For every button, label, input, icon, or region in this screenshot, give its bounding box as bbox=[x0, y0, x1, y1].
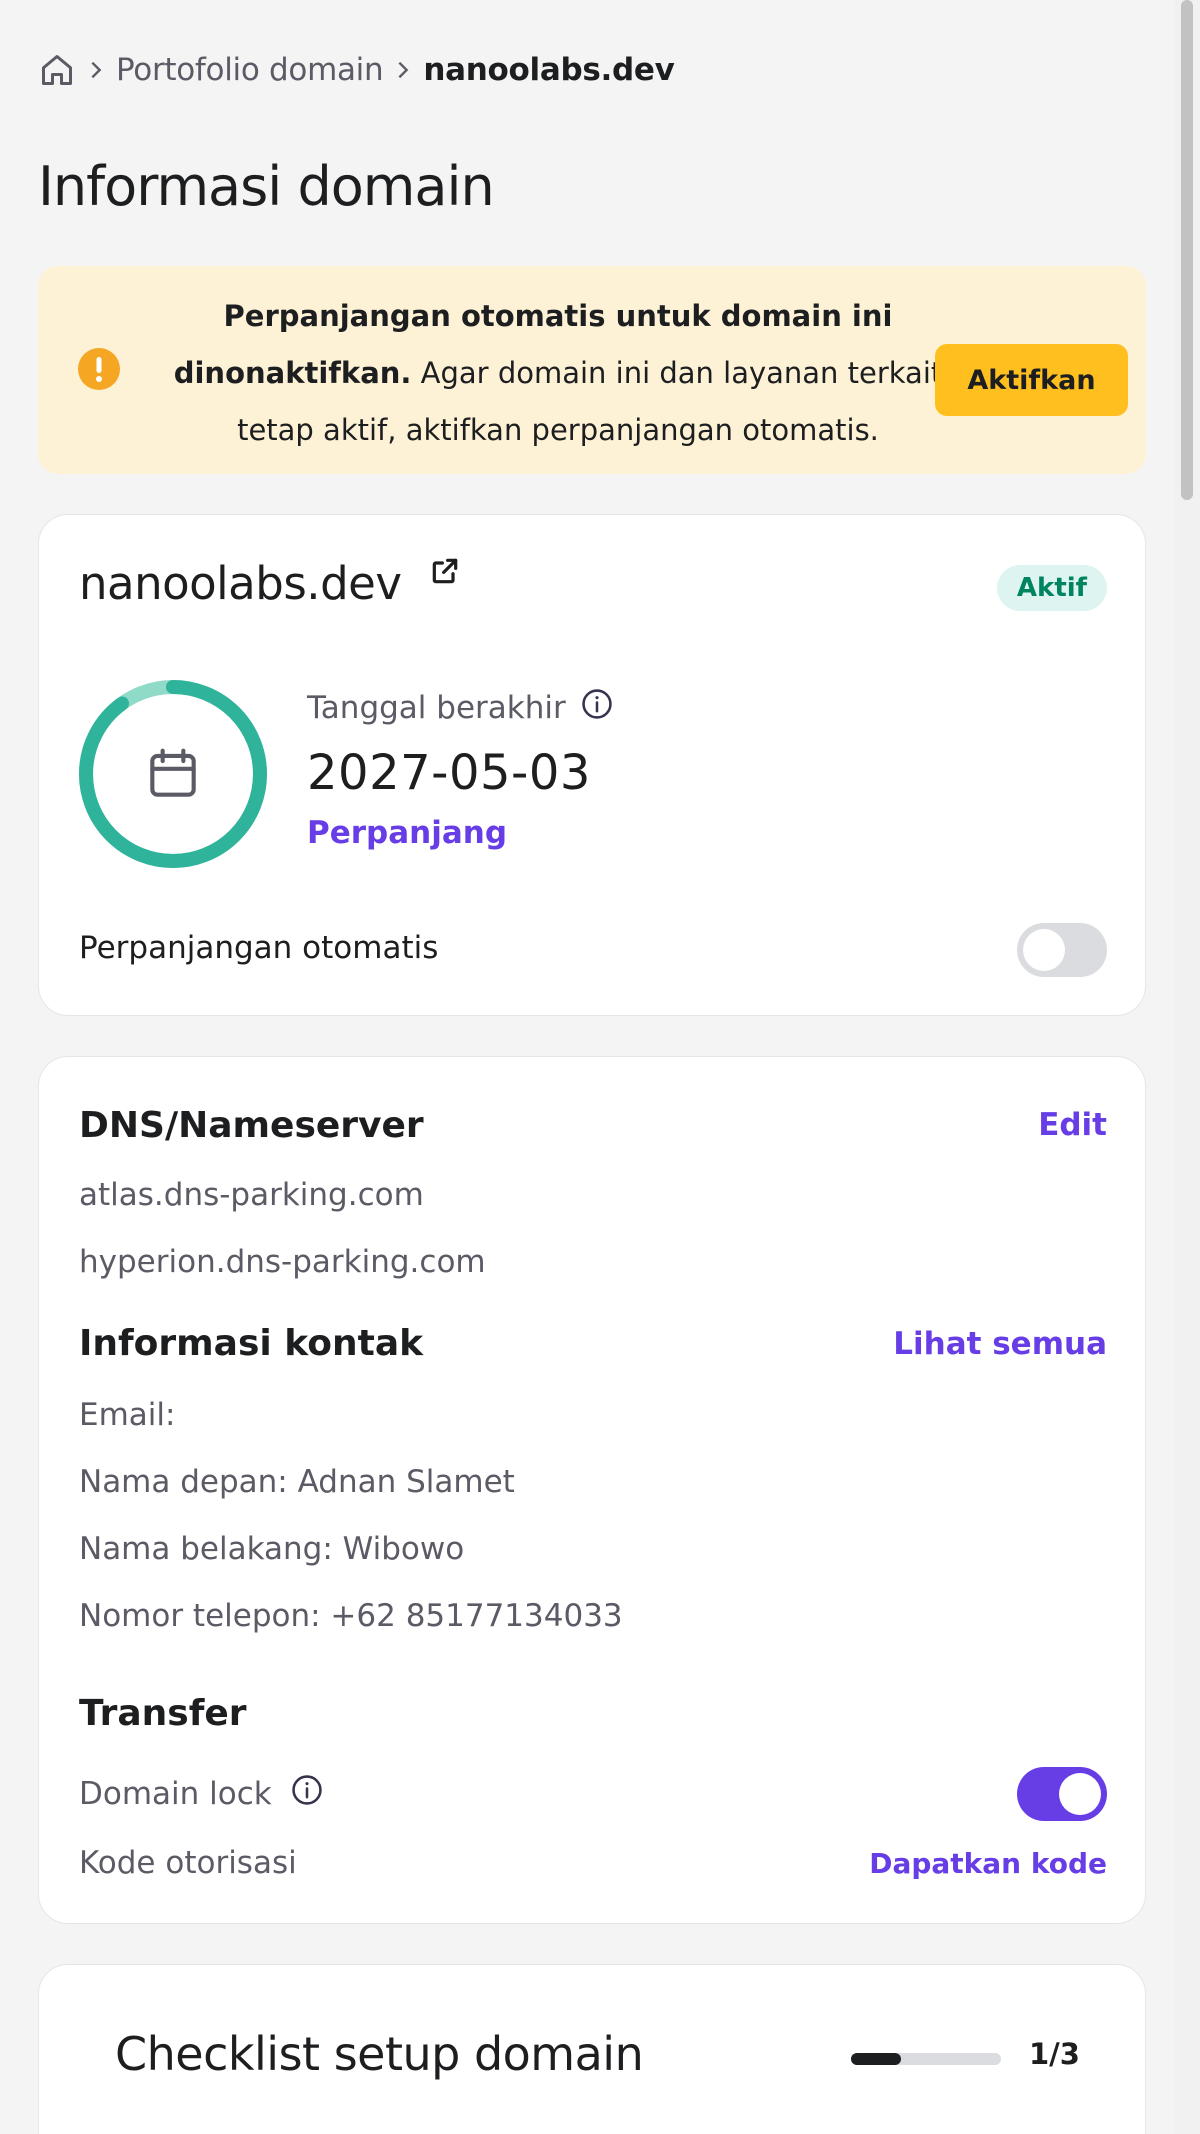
activate-auto-renew-button[interactable]: Aktifkan bbox=[935, 344, 1128, 416]
contact-first-name: Nama depan: Adnan Slamet bbox=[79, 1464, 515, 1500]
expiry-label-row: Tanggal berakhir bbox=[307, 687, 614, 729]
domain-lock-toggle[interactable] bbox=[1017, 1767, 1107, 1821]
breadcrumb-current: nanoolabs.dev bbox=[423, 52, 675, 88]
home-icon[interactable] bbox=[38, 51, 76, 89]
transfer-title: Transfer bbox=[79, 1693, 247, 1734]
domain-lock-label: Domain lock bbox=[79, 1776, 272, 1812]
auth-code-label: Kode otorisasi bbox=[79, 1845, 297, 1881]
checklist-progress-text: 1/3 bbox=[1029, 2037, 1080, 2071]
contact-email: Email: bbox=[79, 1397, 176, 1433]
warning-icon bbox=[78, 348, 120, 390]
dns-edit-link[interactable]: Edit bbox=[1038, 1107, 1107, 1143]
expiry-label: Tanggal berakhir bbox=[307, 690, 566, 726]
contact-phone: Nomor telepon: +62 85177134033 bbox=[79, 1598, 623, 1634]
domain-details-card: DNS/Nameserver Edit atlas.dns-parking.co… bbox=[38, 1056, 1146, 1924]
nameserver-item: atlas.dns-parking.com bbox=[79, 1177, 424, 1213]
checklist-title: Checklist setup domain bbox=[115, 2027, 644, 2081]
dns-title: DNS/Nameserver bbox=[79, 1105, 424, 1146]
scrollbar[interactable] bbox=[1174, 0, 1200, 2134]
expiry-date: 2027-05-03 bbox=[307, 745, 591, 801]
contact-view-all-link[interactable]: Lihat semua bbox=[893, 1326, 1107, 1362]
chevron-right-icon bbox=[383, 51, 423, 89]
toggle-knob bbox=[1023, 929, 1065, 971]
renew-link[interactable]: Perpanjang bbox=[307, 815, 507, 851]
get-auth-code-link[interactable]: Dapatkan kode bbox=[869, 1847, 1107, 1880]
info-icon[interactable] bbox=[290, 1773, 324, 1815]
breadcrumb-portfolio-link[interactable]: Portofolio domain bbox=[116, 52, 384, 88]
auto-renew-alert: Perpanjangan otomatis untuk domain ini d… bbox=[38, 266, 1146, 474]
toggle-knob bbox=[1059, 1773, 1101, 1815]
page-title: Informasi domain bbox=[38, 155, 495, 218]
domain-summary-card: nanoolabs.dev Aktif Tanggal berakhir 202… bbox=[38, 514, 1146, 1016]
info-icon[interactable] bbox=[580, 687, 614, 729]
calendar-icon bbox=[142, 743, 204, 805]
contact-last-name: Nama belakang: Wibowo bbox=[79, 1531, 465, 1567]
domain-name: nanoolabs.dev bbox=[79, 557, 402, 610]
domain-lock-row: Domain lock bbox=[79, 1773, 324, 1815]
external-link-icon[interactable] bbox=[429, 555, 461, 587]
alert-message: Perpanjangan otomatis untuk domain ini d… bbox=[138, 288, 978, 459]
setup-checklist-card[interactable]: Checklist setup domain 1/3 bbox=[38, 1964, 1146, 2134]
checklist-progress-bar bbox=[851, 2053, 1001, 2065]
scrollbar-thumb[interactable] bbox=[1181, 0, 1193, 500]
auto-renew-label: Perpanjangan otomatis bbox=[79, 930, 439, 966]
progress-fill bbox=[851, 2053, 901, 2065]
expiry-progress-ring bbox=[77, 678, 269, 870]
nameserver-item: hyperion.dns-parking.com bbox=[79, 1244, 486, 1280]
breadcrumb: Portofolio domain nanoolabs.dev bbox=[38, 50, 675, 90]
status-badge: Aktif bbox=[996, 565, 1107, 611]
contact-title: Informasi kontak bbox=[79, 1323, 424, 1364]
chevron-right-icon bbox=[76, 51, 116, 89]
auto-renew-toggle[interactable] bbox=[1017, 923, 1107, 977]
